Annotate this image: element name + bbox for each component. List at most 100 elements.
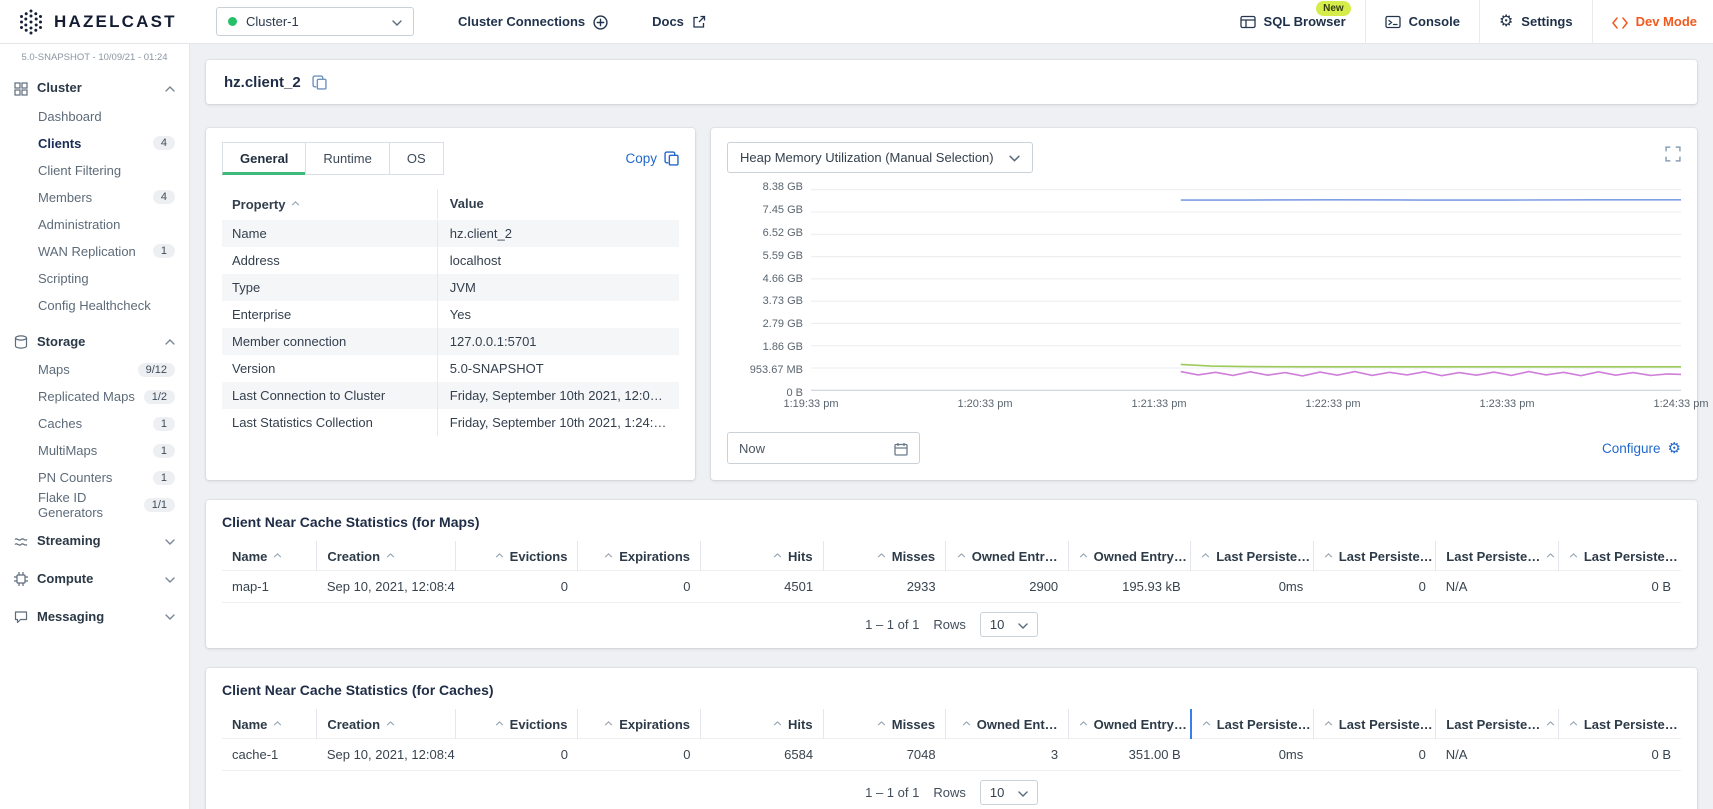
caches-header-10-last-persiste[interactable]: Last Persiste… [1436, 709, 1559, 739]
property-name: Last Statistics Collection [222, 409, 437, 436]
sidebar-section-compute[interactable]: Compute [0, 564, 189, 594]
tab-bar: GeneralRuntimeOS [222, 142, 444, 175]
dev-mode-button[interactable]: Dev Mode [1593, 0, 1713, 44]
maps-header-0-name[interactable]: Name [222, 541, 317, 571]
property-name: Last Connection to Cluster [222, 382, 437, 409]
console-icon [1385, 13, 1401, 30]
sort-caret-icon [1546, 547, 1555, 562]
property-row: TypeJVM [222, 274, 679, 301]
count-badge: 1 [153, 244, 175, 258]
maps-header-11-last-persiste[interactable]: Last Persiste… [1558, 541, 1681, 571]
maps-page-size-select[interactable]: 10 [980, 612, 1038, 637]
maps-header-8-last-persiste[interactable]: Last Persiste… [1191, 541, 1314, 571]
sidebar-section-messaging[interactable]: Messaging [0, 601, 189, 631]
sidebar-item-administration[interactable]: Administration [0, 211, 189, 238]
table-row[interactable]: cache-1Sep 10, 2021, 12:08:4600658470483… [222, 739, 1681, 771]
top-bar: HAZELCAST Cluster-1 Cluster Connections … [0, 0, 1713, 44]
caches-header-3-expirations[interactable]: Expirations [578, 709, 701, 739]
chevron-down-icon [165, 533, 175, 548]
cluster-connections-link[interactable]: Cluster Connections [458, 13, 608, 29]
sidebar-item-client-filtering[interactable]: Client Filtering [0, 157, 189, 184]
sidebar-item-caches[interactable]: Caches1 [0, 410, 189, 437]
sidebar-section-storage[interactable]: Storage [0, 327, 189, 357]
docs-link[interactable]: Docs [652, 14, 706, 30]
y-tick-label: 4.66 GB [763, 273, 803, 285]
caches-page-size-select[interactable]: 10 [980, 780, 1038, 805]
property-column-header[interactable]: Property [222, 188, 437, 220]
table-cell: 0 [455, 739, 578, 771]
caches-header-6-owned-ent[interactable]: Owned Ent… [946, 709, 1069, 739]
property-name: Address [222, 247, 437, 274]
plot-area [811, 187, 1681, 393]
table-row[interactable]: map-1Sep 10, 2021, 12:08:460045012933290… [222, 571, 1681, 603]
sort-caret-icon [291, 195, 300, 210]
sidebar-item-label: MultiMaps [38, 443, 97, 458]
maps-header-7-owned-entry[interactable]: Owned Entry… [1068, 541, 1191, 571]
copy-button[interactable]: Copy [625, 151, 679, 167]
sidebar-item-multimaps[interactable]: MultiMaps 1 [0, 437, 189, 464]
copy-icon [664, 151, 679, 167]
hazelcast-logo[interactable]: HAZELCAST [18, 9, 194, 35]
maps-header-5-misses[interactable]: Misses [823, 541, 946, 571]
sidebar-item-maps[interactable]: Maps9/12 [0, 356, 189, 383]
caches-header-9-last-persiste[interactable]: Last Persiste… [1313, 709, 1436, 739]
tab-general[interactable]: General [222, 142, 306, 175]
sidebar-section-label: Streaming [37, 533, 101, 548]
time-picker-input[interactable]: Now [727, 432, 920, 464]
caches-header-11-last-persiste[interactable]: Last Persiste… [1558, 709, 1681, 739]
sidebar-item-members[interactable]: Members4 [0, 184, 189, 211]
cluster-selector-dropdown[interactable]: Cluster-1 [216, 7, 414, 36]
maps-header-6-owned-entr[interactable]: Owned Entr… [946, 541, 1069, 571]
tab-os[interactable]: OS [389, 142, 444, 175]
caches-header-8-last-persiste[interactable]: Last Persiste… [1191, 709, 1314, 739]
maps-header-10-last-persiste[interactable]: Last Persiste… [1436, 541, 1559, 571]
x-axis-labels: 1:19:33 pm1:20:33 pm1:21:33 pm1:22:33 pm… [811, 393, 1681, 413]
page-title: hz.client_2 [224, 74, 301, 91]
caches-header-0-name[interactable]: Name [222, 709, 317, 739]
tab-runtime[interactable]: Runtime [305, 142, 389, 175]
caches-header-4-hits[interactable]: Hits [701, 709, 824, 739]
maps-header-3-expirations[interactable]: Expirations [578, 541, 701, 571]
configure-button[interactable]: Configure ⚙ [1602, 441, 1681, 456]
sidebar-item-flake-id-generators[interactable]: Flake ID Generators1/1 [0, 491, 189, 518]
maps-header-2-evictions[interactable]: Evictions [455, 541, 578, 571]
sidebar-item-wan-replication[interactable]: WAN Replication1 [0, 238, 189, 265]
maps-header-1-creation[interactable]: Creation [317, 541, 456, 571]
sidebar: 5.0-SNAPSHOT - 10/09/21 - 01:24 ClusterD… [0, 44, 190, 809]
y-axis-labels: 8.38 GB7.45 GB6.52 GB5.59 GB4.66 GB3.73 … [727, 181, 803, 399]
maps-header-9-last-persiste[interactable]: Last Persiste… [1313, 541, 1436, 571]
sidebar-section-cluster[interactable]: Cluster [0, 73, 189, 103]
caches-header-7-owned-entry[interactable]: Owned Entry… [1068, 709, 1191, 739]
sidebar-section-streaming[interactable]: Streaming [0, 526, 189, 556]
count-badge: 1 [153, 444, 175, 458]
sort-caret-icon [1569, 547, 1578, 562]
calendar-icon [894, 440, 908, 456]
caches-header-5-misses[interactable]: Misses [823, 709, 946, 739]
x-tick-label: 1:21:33 pm [1131, 398, 1186, 410]
sql-browser-button[interactable]: New SQL Browser [1221, 0, 1365, 44]
property-value: Friday, September 10th 2021, 12:08:4… [437, 382, 679, 409]
sidebar-item-config-healthcheck[interactable]: Config Healthcheck [0, 292, 189, 319]
maps-header-4-hits[interactable]: Hits [701, 541, 824, 571]
sidebar-item-label: Caches [38, 416, 82, 431]
copy-icon[interactable] [312, 74, 327, 90]
sidebar-sections: ClusterDashboardClients4Client Filtering… [0, 73, 189, 631]
caches-header-1-creation[interactable]: Creation [317, 709, 456, 739]
caches-header-2-evictions[interactable]: Evictions [455, 709, 578, 739]
expand-icon[interactable] [1665, 145, 1681, 162]
sidebar-item-pn-counters[interactable]: PN Counters1 [0, 464, 189, 491]
metric-selector-dropdown[interactable]: Heap Memory Utilization (Manual Selectio… [727, 142, 1033, 173]
sidebar-item-replicated-maps[interactable]: Replicated Maps1/2 [0, 383, 189, 410]
settings-button[interactable]: ⚙ Settings [1480, 0, 1592, 44]
sidebar-item-scripting[interactable]: Scripting [0, 265, 189, 292]
sidebar-item-clients[interactable]: Clients4 [0, 130, 189, 157]
table-cell: 195.93 kB [1068, 571, 1191, 603]
count-badge: 1 [153, 471, 175, 485]
x-tick-label: 1:24:33 pm [1653, 398, 1708, 410]
console-button[interactable]: Console [1366, 0, 1479, 44]
hazelcast-logo-icon [18, 9, 44, 35]
table-cell: 0 B [1558, 571, 1681, 603]
near-cache-caches-pagination: 1 – 1 of 1Rows10 [222, 771, 1681, 809]
sidebar-item-dashboard[interactable]: Dashboard [0, 103, 189, 130]
near-cache-maps-pagination: 1 – 1 of 1Rows10 [222, 603, 1681, 644]
